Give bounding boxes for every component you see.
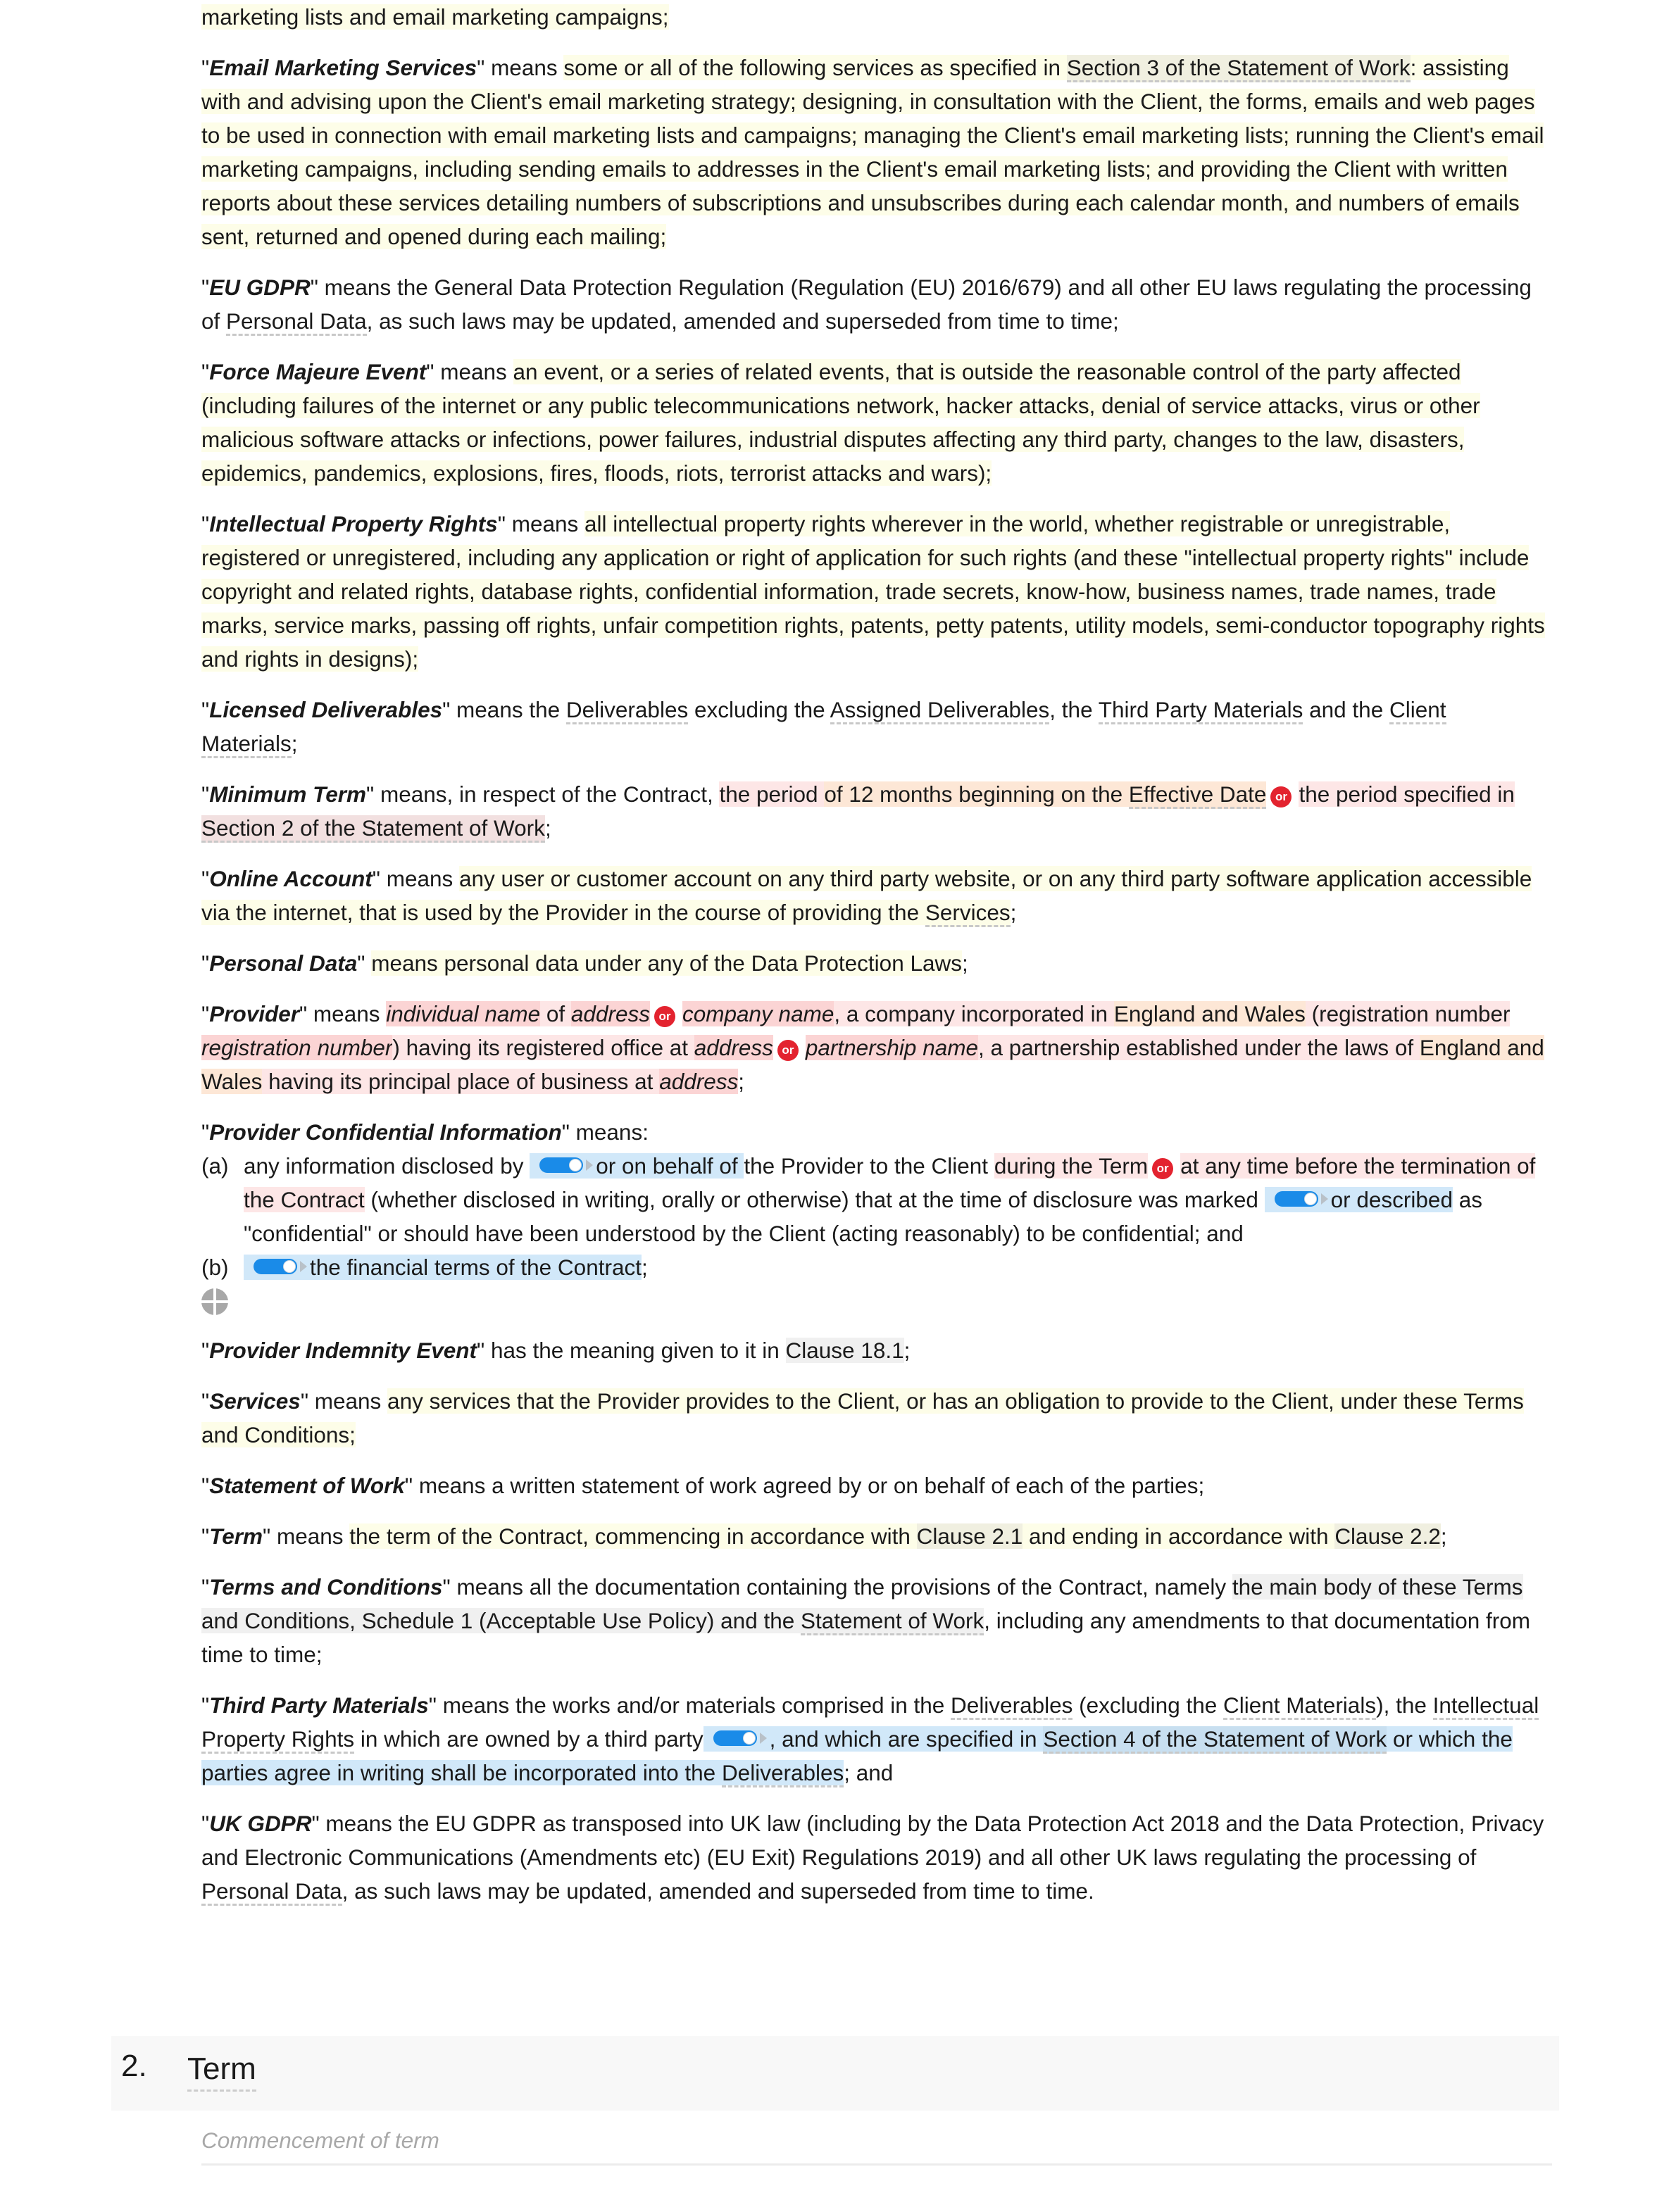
cross-reference-link[interactable]: Section 4 of the Statement of Work bbox=[1043, 1726, 1387, 1754]
toggle-arrow-icon bbox=[300, 1261, 307, 1272]
defined-term: Term bbox=[209, 1523, 263, 1549]
cross-reference-link[interactable]: Clause 2.1 bbox=[916, 1523, 1023, 1549]
alternative-option[interactable]: the period specified in bbox=[1299, 781, 1515, 807]
toggle-arrow-icon bbox=[1320, 1193, 1328, 1205]
defined-term: Minimum Term bbox=[209, 781, 367, 807]
definition-email-marketing-services: "Email Marketing Services" means some or… bbox=[201, 55, 1544, 249]
cross-reference-link[interactable]: Third Party Materials bbox=[1098, 697, 1303, 724]
optional-clause: the financial terms of the Contract bbox=[244, 1255, 642, 1280]
cross-reference-link[interactable]: Personal Data bbox=[226, 308, 367, 336]
variable-registration-number[interactable]: registration number bbox=[201, 1035, 393, 1060]
defined-term: Email Marketing Services bbox=[209, 55, 477, 80]
optional-clause: or described bbox=[1264, 1187, 1453, 1212]
optional-text[interactable]: means personal data under any of the bbox=[371, 950, 751, 976]
variable-address[interactable]: address bbox=[659, 1069, 739, 1094]
definition-force-majeure-event: "Force Majeure Event" means an event, or… bbox=[201, 359, 1480, 486]
jurisdiction-option[interactable]: England and Wales bbox=[1113, 1001, 1306, 1026]
definition-provider-indemnity-event: "Provider Indemnity Event" has the meani… bbox=[201, 1338, 911, 1363]
optional-text[interactable]: the term of the Contract, commencing in … bbox=[349, 1523, 917, 1549]
variable-address[interactable]: address bbox=[570, 1001, 650, 1026]
subheading-commencement-of-term[interactable]: Commencement of term bbox=[201, 2128, 1552, 2166]
cross-reference-link[interactable]: Deliverables bbox=[565, 697, 689, 724]
cross-reference-link[interactable]: Section 3 of the Statement of Work bbox=[1066, 55, 1411, 82]
variable-partnership-name[interactable]: partnership name bbox=[805, 1035, 978, 1060]
definition-email-marketing-tail: marketing lists and email marketing camp… bbox=[201, 4, 669, 30]
cross-reference-link[interactable]: Deliverables bbox=[951, 1692, 1073, 1720]
cross-reference-link[interactable]: Client Materials bbox=[1223, 1692, 1377, 1720]
section-number: 2. bbox=[121, 2049, 147, 2083]
definition-services: "Services" means any services that the P… bbox=[201, 1388, 1524, 1447]
list-item-b: (b) the financial terms of the Contract; bbox=[201, 1255, 648, 1280]
defined-term: Licensed Deliverables bbox=[209, 697, 443, 722]
toggle-arrow-icon bbox=[586, 1160, 594, 1171]
defined-term: Provider Indemnity Event bbox=[209, 1338, 477, 1363]
definition-personal-data: "Personal Data" means personal data unde… bbox=[201, 950, 968, 976]
cross-reference-link[interactable]: Deliverables bbox=[721, 1760, 844, 1787]
defined-term: Personal Data bbox=[209, 950, 358, 976]
cross-reference-link[interactable]: Effective Date bbox=[1128, 781, 1267, 809]
section-title[interactable]: Term bbox=[187, 2049, 256, 2092]
add-item-icon[interactable] bbox=[201, 1288, 228, 1315]
cross-reference-link[interactable]: Statement of Work bbox=[801, 1608, 984, 1635]
defined-term: Services bbox=[209, 1388, 301, 1414]
cross-reference-link[interactable]: Services bbox=[925, 900, 1011, 927]
alternative-option-detail[interactable]: of 12 months beginning on the bbox=[824, 781, 1129, 807]
definition-provider: "Provider" means individual name of addr… bbox=[201, 1001, 1544, 1094]
toggle-switch[interactable] bbox=[539, 1157, 594, 1173]
toggle-switch[interactable] bbox=[1274, 1191, 1328, 1207]
document-body: marketing lists and email marketing camp… bbox=[201, 0, 1546, 1925]
definition-terms-and-conditions: "Terms and Conditions" means all the doc… bbox=[201, 1574, 1530, 1667]
variable-company-name[interactable]: company name bbox=[682, 1001, 834, 1026]
definition-licensed-deliverables: "Licensed Deliverables" means the Delive… bbox=[201, 693, 1546, 760]
alternative-option[interactable]: the period bbox=[719, 781, 825, 807]
section-heading-term[interactable]: 2. Term bbox=[111, 2036, 1559, 2111]
definition-minimum-term: "Minimum Term" means, in respect of the … bbox=[201, 777, 1546, 845]
defined-term: Force Majeure Event bbox=[209, 359, 427, 384]
definition-provider-confidential-information: "Provider Confidential Information" mean… bbox=[201, 1119, 649, 1145]
toggle-switch[interactable] bbox=[254, 1259, 307, 1274]
definition-third-party-materials: "Third Party Materials" means the works … bbox=[201, 1688, 1546, 1790]
or-badge-icon[interactable]: or bbox=[777, 1040, 799, 1061]
or-badge-icon[interactable]: or bbox=[1152, 1158, 1174, 1179]
defined-term: Terms and Conditions bbox=[209, 1574, 443, 1600]
defined-term: Intellectual Property Rights bbox=[209, 511, 498, 536]
optional-clause: or on behalf of bbox=[530, 1153, 744, 1179]
variable-address[interactable]: address bbox=[694, 1035, 773, 1060]
defined-term: Provider bbox=[209, 1001, 299, 1026]
or-badge-icon[interactable]: or bbox=[1270, 786, 1292, 807]
defined-term: Third Party Materials bbox=[209, 1692, 429, 1718]
list-item-a: (a) any information disclosed by or on b… bbox=[201, 1153, 1536, 1246]
defined-term: UK GDPR bbox=[209, 1811, 312, 1836]
definition-intellectual-property-rights: "Intellectual Property Rights" means all… bbox=[201, 511, 1545, 672]
alternative-option[interactable]: during the Term bbox=[994, 1153, 1149, 1179]
definition-uk-gdpr: "UK GDPR" means the EU GDPR as transpose… bbox=[201, 1806, 1546, 1908]
defined-term: Statement of Work bbox=[209, 1473, 405, 1498]
defined-term: Provider Confidential Information bbox=[209, 1119, 562, 1145]
cross-reference-link[interactable]: Assigned Deliverables bbox=[830, 697, 1050, 724]
cross-reference-link[interactable]: Clause 2.2 bbox=[1334, 1523, 1441, 1549]
definition-online-account: "Online Account" means any user or custo… bbox=[201, 862, 1546, 929]
or-badge-icon[interactable]: or bbox=[653, 1006, 675, 1027]
cross-reference-text[interactable]: Data Protection Laws bbox=[751, 950, 962, 976]
optional-text[interactable]: any services that the Provider provides … bbox=[201, 1388, 1524, 1447]
variable-individual-name[interactable]: individual name bbox=[386, 1001, 541, 1026]
definition-term: "Term" means the term of the Contract, c… bbox=[201, 1523, 1447, 1549]
cross-reference-link[interactable]: Section 2 of the Statement of Work bbox=[201, 815, 545, 843]
definition-statement-of-work: "Statement of Work" means a written stat… bbox=[201, 1473, 1205, 1498]
toggle-arrow-icon bbox=[759, 1733, 767, 1744]
defined-term: Online Account bbox=[209, 866, 373, 891]
cross-reference-link[interactable]: Personal Data bbox=[201, 1878, 342, 1906]
cross-reference-link[interactable]: Clause 18.1 bbox=[785, 1338, 904, 1363]
toggle-switch[interactable] bbox=[713, 1730, 767, 1746]
definition-eu-gdpr: "EU GDPR" means the General Data Protect… bbox=[201, 270, 1546, 338]
defined-term: EU GDPR bbox=[209, 275, 311, 300]
